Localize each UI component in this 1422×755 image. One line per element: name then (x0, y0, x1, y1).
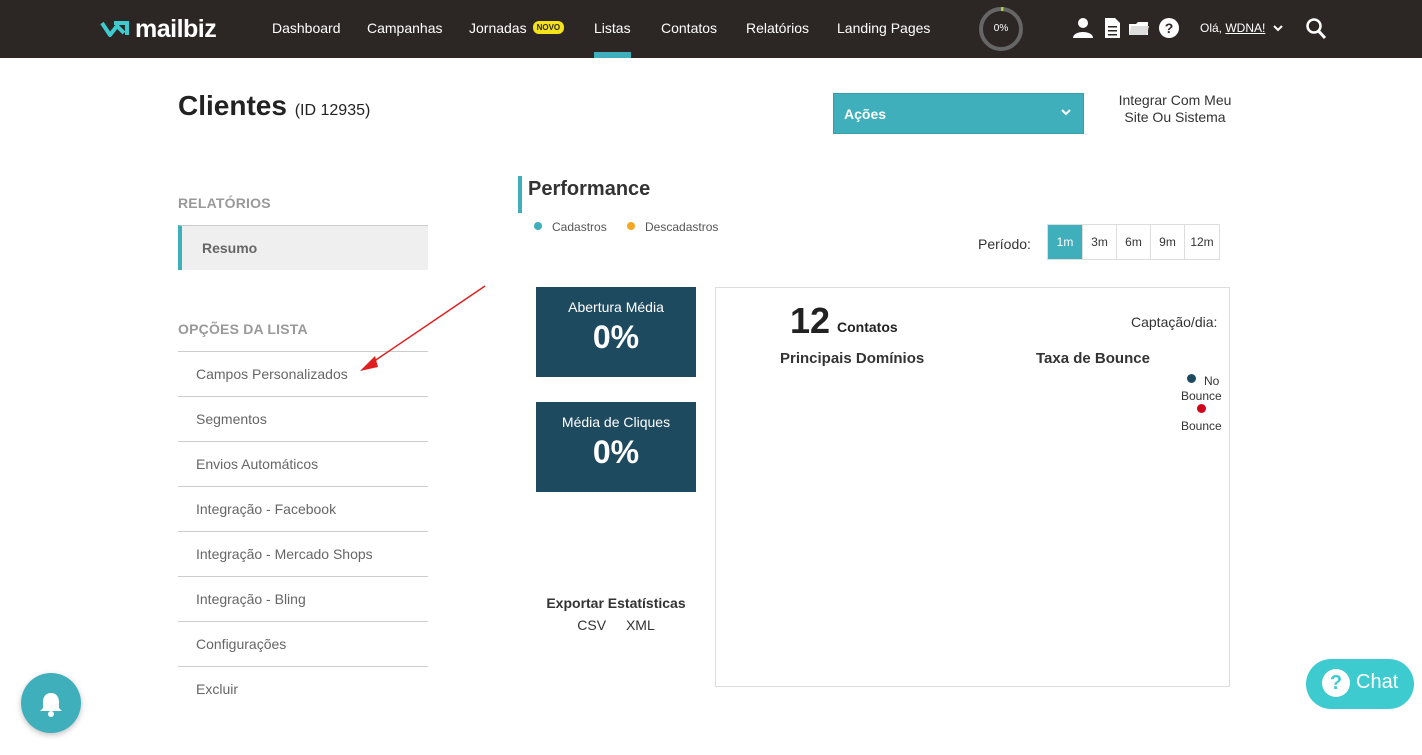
logo-mark-icon (100, 21, 129, 37)
stat-title: Abertura Média (568, 299, 664, 315)
novo-badge: NOVO (532, 20, 565, 34)
integrate-line-1: Integrar Com Meu (1118, 92, 1232, 108)
mailbiz-logo[interactable]: mailbiz (100, 14, 217, 43)
sidebar-item-excluir[interactable]: Excluir (178, 666, 428, 711)
top-domains-title: Principais Domínios (780, 350, 925, 367)
legend-descadastros: Descadastros (627, 220, 718, 234)
bounce-dot (1197, 404, 1206, 413)
export-csv-link[interactable]: CSV (577, 617, 606, 633)
export-stats: Exportar Estatísticas CSV XML (536, 595, 696, 633)
period-3m[interactable]: 3m (1082, 225, 1116, 259)
chat-label: Chat (1356, 671, 1399, 693)
export-title: Exportar Estatísticas (546, 595, 686, 611)
username-link: WDNA! (1225, 21, 1266, 35)
bounce-label: Bounce (1181, 419, 1222, 433)
nav-listas[interactable]: Listas (594, 20, 631, 58)
period-6m[interactable]: 6m (1116, 225, 1150, 259)
period-1m[interactable]: 1m (1048, 225, 1082, 259)
nav-relatorios[interactable]: Relatórios (746, 20, 809, 36)
contacts-count: 12 (790, 300, 831, 341)
contacts-label: Contatos (837, 319, 898, 335)
stats-panel: 12 Contatos Captação/dia: Principais Dom… (715, 287, 1230, 687)
help-question-icon: ? (1322, 669, 1350, 697)
svg-text:?: ? (1165, 20, 1174, 36)
list-name: Clientes (178, 90, 287, 121)
sidebar-item-segmentos[interactable]: Segmentos (178, 396, 428, 441)
nav-campanhas[interactable]: Campanhas (367, 20, 443, 36)
no-bounce-label-2: Bounce (1181, 389, 1222, 403)
stat-title: Média de Cliques (561, 414, 671, 430)
list-id: (ID 12935) (294, 102, 371, 119)
bell-icon (40, 693, 62, 717)
legend-descadastros-label: Descadastros (645, 220, 719, 234)
sidebar-item-configuracoes[interactable]: Configurações (178, 621, 428, 666)
page-title: Clientes (ID 12935) (178, 90, 370, 122)
legend-cadastros: Cadastros (534, 220, 607, 234)
user-icon[interactable] (1072, 16, 1094, 40)
sidebar-item-resumo[interactable]: Resumo (178, 225, 428, 270)
export-xml-link[interactable]: XML (626, 617, 655, 633)
user-menu[interactable]: Olá, WDNA! (1200, 21, 1283, 35)
sidebar-item-integracao-bling[interactable]: Integração - Bling (178, 576, 428, 621)
stat-media-cliques: Média de Cliques 0% (536, 402, 696, 492)
usage-progress-ring[interactable]: 0% (978, 6, 1024, 52)
reports-heading: RELATÓRIOS (178, 195, 271, 211)
annotation-arrow (360, 285, 486, 371)
period-label: Período: (978, 236, 1031, 252)
integrate-line-2: Site Ou Sistema (1124, 109, 1226, 125)
cadastros-dot (534, 222, 542, 230)
document-icon[interactable] (1101, 16, 1123, 40)
search-icon[interactable] (1305, 17, 1327, 41)
performance-title: Performance (528, 178, 651, 200)
chevron-down-icon (1272, 25, 1283, 32)
actions-dropdown[interactable]: Ações (833, 93, 1084, 134)
stat-value: 0% (592, 319, 640, 355)
integrate-site-link[interactable]: Integrar Com Meu Site Ou Sistema (1110, 92, 1240, 126)
sidebar-item-integracao-facebook[interactable]: Integração - Facebook (178, 486, 428, 531)
sidebar-item-envios-automaticos[interactable]: Envios Automáticos (178, 441, 428, 486)
help-icon[interactable]: ? (1158, 16, 1180, 40)
bounce-rate-title: Taxa de Bounce (1036, 350, 1150, 367)
greeting-text: Olá, (1200, 21, 1223, 35)
progress-label: 0% (993, 23, 1009, 34)
top-navbar: mailbiz Dashboard Campanhas Jornadas NOVO… (0, 0, 1422, 58)
notifications-button[interactable] (21, 673, 81, 733)
actions-label: Ações (844, 106, 887, 122)
nav-jornadas-label: Jornadas (469, 20, 527, 36)
list-options-menu: Campos Personalizados Segmentos Envios A… (178, 351, 428, 711)
period-selector: 1m 3m 6m 9m 12m (1047, 224, 1220, 260)
logo-text: mailbiz (135, 14, 217, 43)
chat-button[interactable]: ? Chat (1306, 659, 1414, 709)
stat-abertura-media: Abertura Média 0% (536, 287, 696, 377)
period-9m[interactable]: 9m (1150, 225, 1184, 259)
nav-dashboard[interactable]: Dashboard (272, 20, 341, 36)
sidebar-item-integracao-mercado-shops[interactable]: Integração - Mercado Shops (178, 531, 428, 576)
stat-value: 0% (592, 434, 640, 470)
nav-contatos[interactable]: Contatos (661, 20, 717, 36)
legend-cadastros-label: Cadastros (552, 220, 607, 234)
list-options-heading: OPÇÕES DA LISTA (178, 321, 308, 337)
nav-jornadas[interactable]: Jornadas NOVO (469, 20, 565, 36)
chevron-down-icon (1061, 109, 1071, 116)
performance-accent-bar (518, 176, 522, 213)
folder-icon[interactable] (1128, 16, 1150, 40)
capture-per-day-label: Captação/dia: (1131, 314, 1218, 330)
descadastros-dot (627, 222, 635, 230)
nav-landing-pages[interactable]: Landing Pages (837, 20, 930, 36)
period-12m[interactable]: 12m (1184, 225, 1219, 259)
no-bounce-label-1: No (1204, 374, 1220, 388)
no-bounce-dot (1187, 374, 1196, 383)
